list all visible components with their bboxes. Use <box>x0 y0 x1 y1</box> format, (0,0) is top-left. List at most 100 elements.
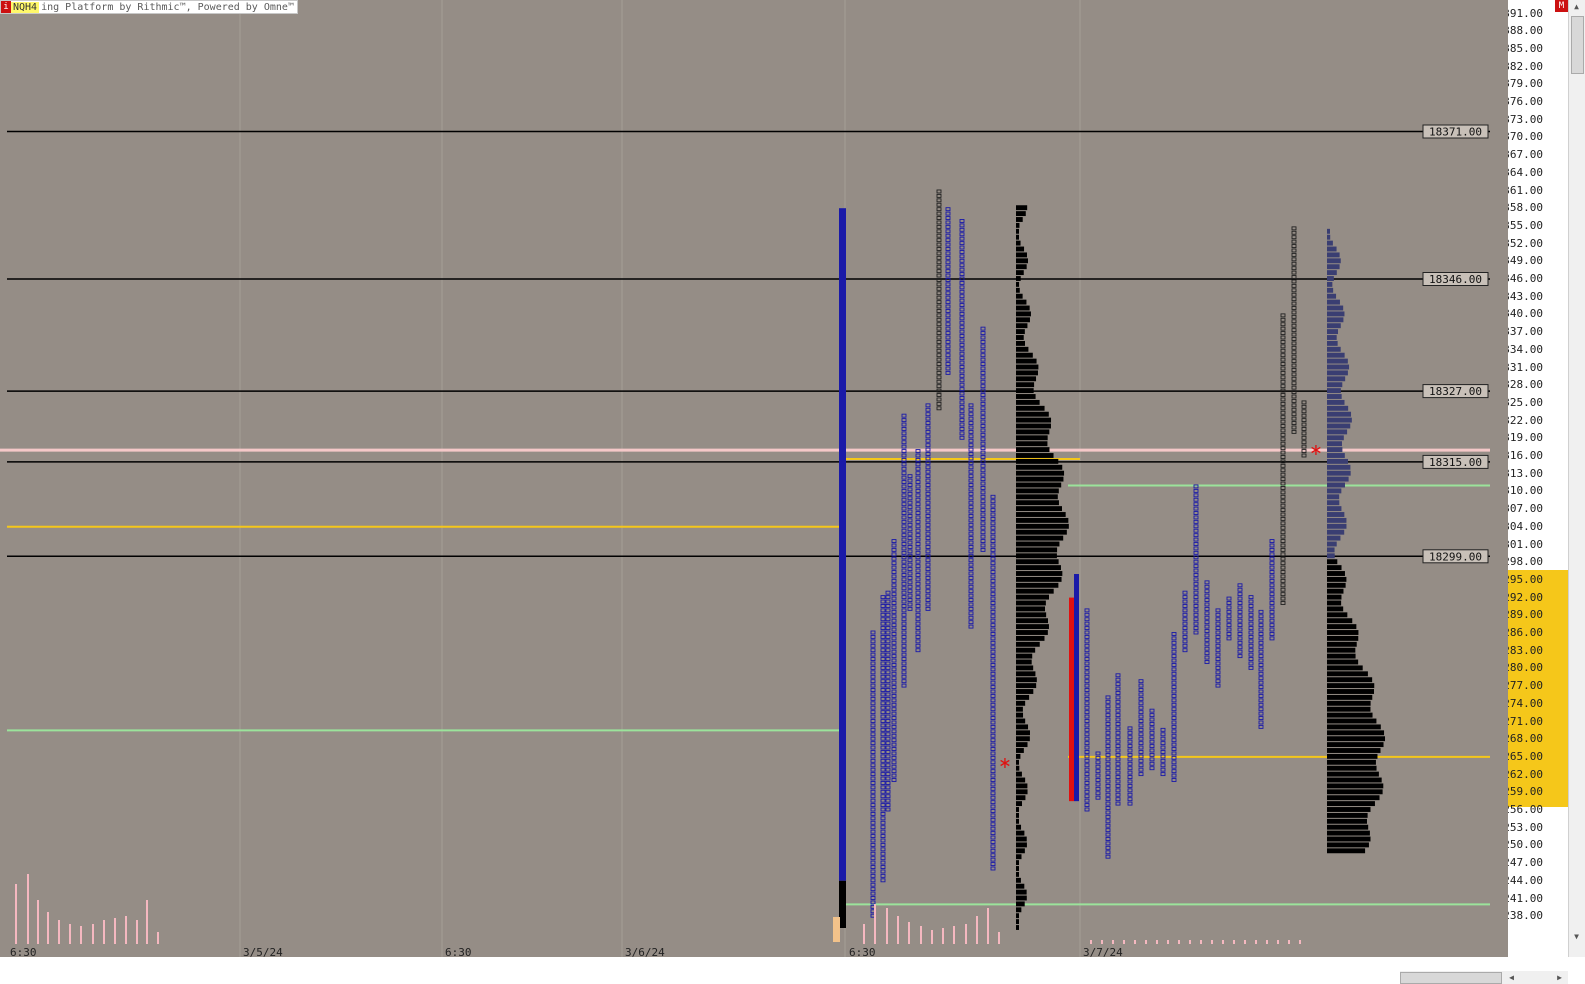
tpo-column <box>1127 766 1133 771</box>
tpo-column <box>891 733 897 738</box>
tpo-column <box>1291 363 1297 368</box>
profile-bar <box>1327 340 1338 346</box>
indicator-badge[interactable]: i <box>1 1 11 13</box>
tpo-column <box>891 689 897 694</box>
tpo-column <box>907 602 913 607</box>
scroll-thumb[interactable] <box>1571 16 1584 74</box>
tpo-column <box>1127 744 1133 749</box>
h-scroll-thumb[interactable] <box>1400 972 1502 984</box>
tpo-column <box>1280 494 1286 499</box>
price-tick-label: 18358.00 <box>1508 201 1543 215</box>
price-tick-label: 18313.00 <box>1508 466 1543 480</box>
profile-bar <box>1327 482 1345 488</box>
tpo-column <box>1204 606 1210 611</box>
tpo-column <box>980 543 986 548</box>
tpo-column <box>901 577 907 582</box>
tpo-column <box>880 781 886 785</box>
tpo-column <box>1171 738 1177 743</box>
tpo-column <box>945 255 951 260</box>
tpo-column <box>1105 841 1111 846</box>
scroll-down-arrow-icon[interactable]: ▼ <box>1569 930 1584 943</box>
tpo-column <box>870 829 876 834</box>
tpo-column <box>1171 742 1177 747</box>
tpo-column <box>925 602 931 607</box>
tpo-column <box>891 667 897 672</box>
tpo-column <box>891 724 897 729</box>
profile-bar <box>1016 883 1025 889</box>
tpo-column <box>1105 792 1111 797</box>
profile-bar <box>1016 335 1024 340</box>
tpo-column <box>880 856 886 861</box>
tpo-column <box>885 741 891 746</box>
tpo-column <box>1258 711 1264 716</box>
tpo-column <box>1291 394 1297 399</box>
tpo-column <box>1115 748 1121 753</box>
tpo-column <box>1138 772 1144 777</box>
tpo-column <box>885 727 891 732</box>
profile-bar <box>1016 665 1034 671</box>
tpo-column <box>990 800 996 805</box>
profile-bar <box>1327 706 1371 712</box>
tpo-column <box>891 556 897 561</box>
tpo-column <box>1280 406 1286 411</box>
profile-bar <box>1327 535 1341 541</box>
level-price-tag-text: 18346.00 <box>1429 273 1482 286</box>
profile-bar <box>1327 777 1382 783</box>
menu-badge[interactable]: M <box>1555 0 1568 12</box>
profile-bar <box>1016 264 1027 270</box>
tpo-column <box>1291 261 1297 266</box>
tpo-column <box>959 307 965 312</box>
volume-bar <box>874 904 876 944</box>
tpo-column <box>891 561 897 566</box>
tpo-column <box>891 738 897 743</box>
tpo-column <box>915 612 921 617</box>
profile-bar <box>1327 795 1380 801</box>
tpo-column <box>925 421 931 425</box>
profile-bar <box>1016 919 1019 925</box>
profile-bar <box>1327 671 1368 677</box>
tpo-column <box>880 714 886 719</box>
tpo-column <box>880 785 886 790</box>
profile-bar <box>1016 281 1020 287</box>
tpo-column <box>870 794 876 799</box>
tpo-column <box>1258 716 1264 720</box>
tpo-column <box>1291 248 1297 253</box>
tpo-column <box>936 384 942 389</box>
tpo-column <box>901 665 907 670</box>
profile-bar <box>1016 276 1021 281</box>
tpo-column <box>1280 384 1286 389</box>
tpo-column <box>1149 722 1155 726</box>
horizontal-scrollbar[interactable]: ◀ ▶ <box>1400 971 1568 984</box>
price-tick-label: 18307.00 <box>1508 502 1543 516</box>
tpo-column <box>1193 630 1199 635</box>
tpo-column <box>1280 574 1286 579</box>
price-tick-label: 18328.00 <box>1508 378 1543 392</box>
profile-bar <box>1327 742 1384 748</box>
tpo-column <box>915 590 921 595</box>
time-axis: 6:30 3/5/24 6:30 3/6/24 6:30 3/7/24 <box>0 946 1508 984</box>
plot-area[interactable]: ∗ ∗ 18371.00 18346.00 18327.00 18315.00 18299.… <box>0 0 1508 957</box>
profile-bar <box>1016 305 1030 311</box>
profile-bar <box>1016 647 1036 653</box>
symbol-label[interactable]: NQH4 <box>11 1 40 13</box>
tpo-column <box>968 540 974 545</box>
tpo-column <box>980 384 986 389</box>
tpo-column <box>1138 741 1144 746</box>
tpo-column <box>870 785 876 790</box>
tpo-column <box>1084 692 1090 697</box>
tpo-column <box>1291 275 1297 279</box>
tpo-column <box>990 795 996 800</box>
scroll-left-arrow-icon[interactable]: ◀ <box>1504 971 1519 984</box>
tpo-column <box>1291 372 1297 377</box>
tpo-column <box>945 238 951 243</box>
tpo-column <box>870 789 876 794</box>
tpo-column <box>1084 648 1090 653</box>
tpo-column <box>885 803 891 808</box>
scroll-right-arrow-icon[interactable]: ▶ <box>1552 971 1567 984</box>
tpo-column <box>870 679 876 684</box>
vertical-scrollbar[interactable]: ▲ ▼ <box>1568 0 1585 957</box>
scroll-up-arrow-icon[interactable]: ▲ <box>1569 0 1584 13</box>
tpo-column <box>1226 623 1232 628</box>
profile-bar <box>1016 594 1050 600</box>
tpo-column <box>891 716 897 720</box>
